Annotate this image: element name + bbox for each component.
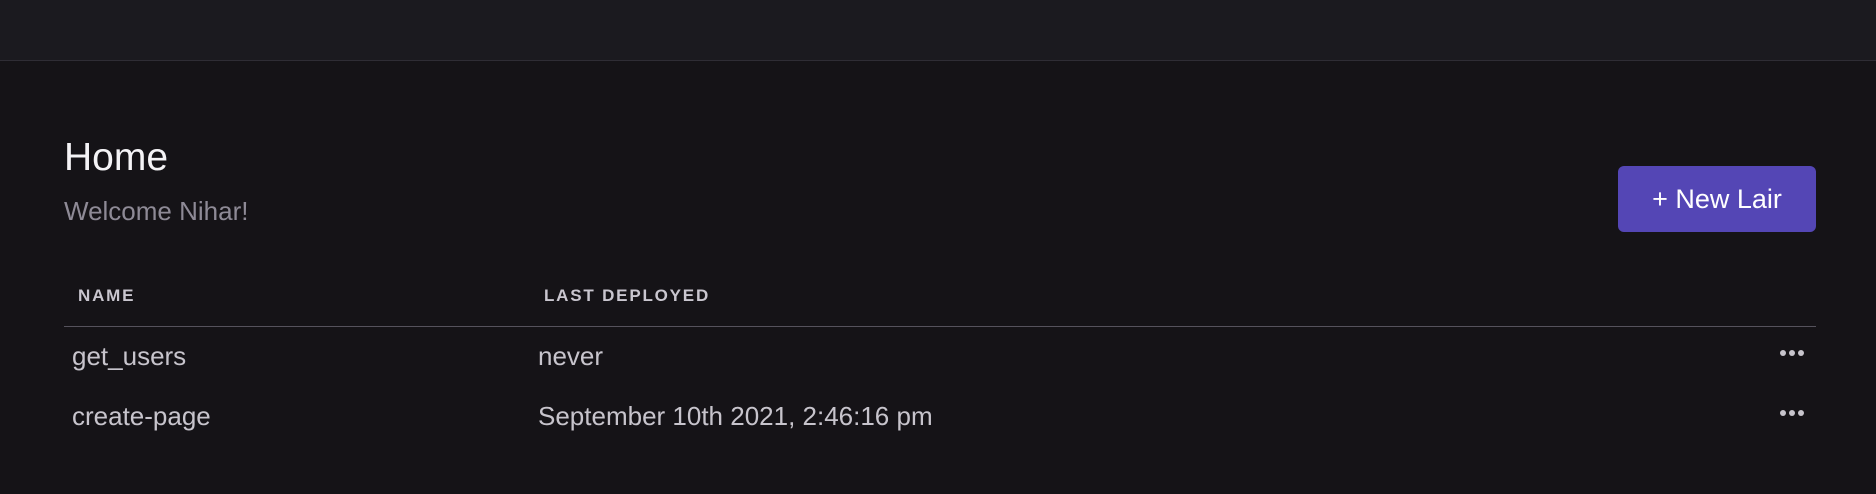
ellipsis-icon[interactable]: [1776, 337, 1808, 369]
lair-name[interactable]: create-page: [72, 399, 211, 433]
new-lair-button[interactable]: + New Lair: [1618, 166, 1816, 232]
table-row[interactable]: create-page September 10th 2021, 2:46:16…: [64, 387, 1816, 447]
lair-last-deployed: September 10th 2021, 2:46:16 pm: [538, 401, 933, 431]
table-row[interactable]: get_users never: [64, 327, 1816, 387]
page-title: Home: [64, 136, 169, 179]
lair-name[interactable]: get_users: [72, 339, 186, 373]
column-header-last-deployed[interactable]: LAST DEPLOYED: [544, 286, 710, 306]
lair-last-deployed: never: [538, 341, 604, 371]
top-bar: [0, 0, 1876, 61]
table-header: NAME LAST DEPLOYED: [64, 276, 1816, 327]
ellipsis-icon[interactable]: [1776, 397, 1808, 429]
column-header-name[interactable]: NAME: [78, 286, 135, 306]
lairs-table: NAME LAST DEPLOYED get_users never creat…: [64, 276, 1816, 447]
welcome-message: Welcome Nihar!: [64, 196, 249, 226]
